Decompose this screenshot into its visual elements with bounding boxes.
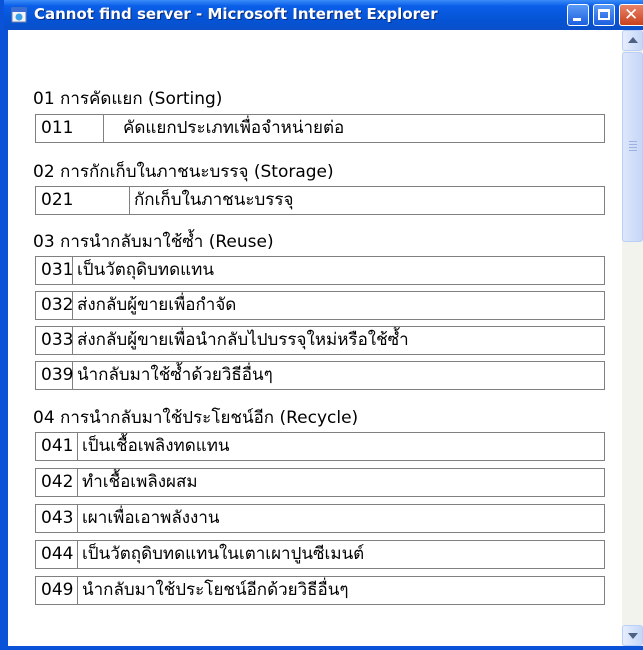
section-heading-storage: 02 การกักเก็บในภาชนะบรรจุ (Storage) [33,162,334,182]
grip-line [629,144,637,145]
item-label: นำกลับมาใช้ซ้ำด้วยวิธีอื่นๆ [77,365,273,385]
vertical-scrollbar[interactable] [622,30,643,646]
page-content: 01 การคัดแยก (Sorting) 011 คัดแยกประเภทเ… [8,30,622,646]
section-heading-reuse: 03 การนำกลับมาใช้ซ้ำ (Reuse) [33,232,274,252]
item-label: ทำเชื้อเพลิงผสม [82,472,198,492]
scroll-up-arrow-icon [628,37,638,43]
table-row: 033 ส่งกลับผู้ขายเพื่อนำกลับไปบรรจุใหม่ห… [35,326,605,355]
item-code: 021 [36,187,130,214]
item-code: 042 [36,469,78,496]
item-label: กักเก็บในภาชนะบรรจุ [134,190,294,210]
table-row: 021 กักเก็บในภาชนะบรรจุ [35,186,605,215]
table-row: 042 ทำเชื้อเพลิงผสม [35,468,605,497]
item-code: 044 [36,541,78,568]
scroll-up-button[interactable] [622,30,643,51]
table-row: 041 เป็นเชื้อเพลิงทดแทน [35,432,605,461]
table-row: 049 นำกลับมาใช้ประโยชน์อีกด้วยวิธีอื่นๆ [35,576,605,605]
grip-line [629,150,637,151]
grip-line [629,141,637,142]
table-row: 011 คัดแยกประเภทเพื่อจำหน่ายต่อ [35,114,605,143]
item-code: 049 [36,577,78,604]
table-row: 032 ส่งกลับผู้ขายเพื่อกำจัด [35,291,605,320]
scroll-down-arrow-icon [628,633,638,639]
item-label: เป็นวัตถุดิบทดแทน [77,260,214,280]
item-label: ส่งกลับผู้ขายเพื่อนำกลับไปบรรจุใหม่หรือใ… [77,330,409,350]
ie-page-icon [11,7,27,23]
close-button[interactable]: ✕ [619,4,643,26]
item-code: 043 [36,505,78,532]
section-heading-sorting: 01 การคัดแยก (Sorting) [33,89,223,109]
scroll-down-button[interactable] [622,625,643,646]
item-label: นำกลับมาใช้ประโยชน์อีกด้วยวิธีอื่นๆ [82,580,349,600]
table-row: 043 เผาเพื่อเอาพลังงาน [35,504,605,533]
minimize-button[interactable] [567,4,589,26]
item-label: คัดแยกประเภทเพื่อจำหน่ายต่อ [123,118,345,138]
item-code: 041 [36,433,78,460]
table-row: 039 นำกลับมาใช้ซ้ำด้วยวิธีอื่นๆ [35,361,605,390]
section-heading-recycle: 04 การนำกลับมาใช้ประโยชน์อีก (Recycle) [33,408,359,428]
table-row: 031 เป็นวัตถุดิบทดแทน [35,256,605,285]
item-code: 032 [36,292,73,319]
scroll-thumb[interactable] [622,52,643,242]
title-bar[interactable]: Cannot find server - Microsoft Internet … [4,0,643,30]
item-label: เป็นวัตถุดิบทดแทนในเตาเผาปูนซีเมนต์ [82,544,365,564]
item-label: ส่งกลับผู้ขายเพื่อกำจัด [77,295,237,315]
close-icon: ✕ [624,5,639,25]
item-code: 011 [36,115,104,142]
grip-line [629,147,637,148]
item-label: เป็นเชื้อเพลิงทดแทน [82,436,230,456]
minimize-icon [573,18,581,21]
item-label: เผาเพื่อเอาพลังงาน [82,508,220,528]
maximize-icon [598,9,610,20]
maximize-button[interactable] [593,4,615,26]
item-code: 033 [36,327,73,354]
browser-window: Cannot find server - Microsoft Internet … [0,0,643,650]
table-row: 044 เป็นวัตถุดิบทดแทนในเตาเผาปูนซีเมนต์ [35,540,605,569]
item-code: 039 [36,362,73,389]
page-client-area: 01 การคัดแยก (Sorting) 011 คัดแยกประเภทเ… [8,30,643,646]
window-title: Cannot find server - Microsoft Internet … [34,5,438,23]
item-code: 031 [36,257,73,284]
